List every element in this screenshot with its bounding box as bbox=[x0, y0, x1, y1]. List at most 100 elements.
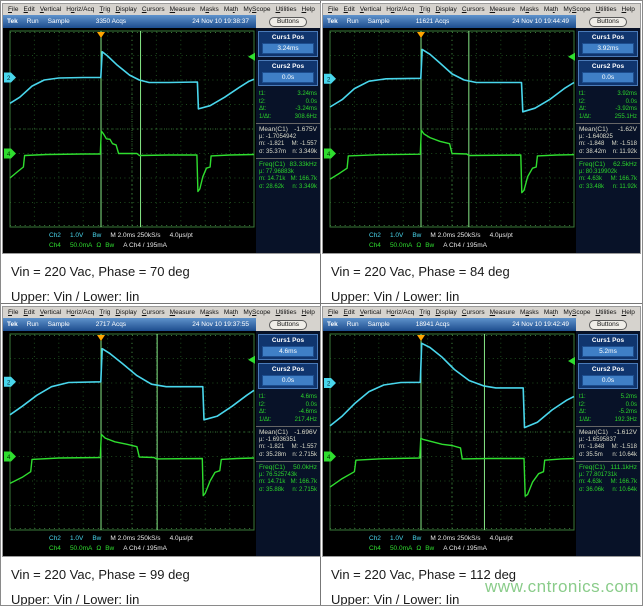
menu-item-cursors[interactable]: Cursors bbox=[462, 6, 485, 13]
menu-item-vertical[interactable]: Vertical bbox=[360, 6, 381, 13]
menu-item-edit[interactable]: Edit bbox=[344, 309, 355, 316]
scope-status-bar: Tek Run Sample 18941 Acqs 24 Nov 10 19:4… bbox=[323, 318, 576, 331]
menu-item-vertical[interactable]: Vertical bbox=[40, 6, 61, 13]
menu-item-vertical[interactable]: Vertical bbox=[360, 309, 381, 316]
ch2-bandwidth: Bw bbox=[412, 534, 421, 544]
freq-min: m: 14.71k bbox=[259, 479, 285, 487]
menu-item-help[interactable]: Help bbox=[622, 6, 635, 13]
menu-item-cursors[interactable]: Cursors bbox=[462, 309, 485, 316]
readout-row-1: Ch2 1.0V Bw M 2.0ms 250kS/s 4.0µs/pt bbox=[323, 534, 576, 544]
menu-item-edit[interactable]: Edit bbox=[344, 6, 355, 13]
menu-item-file[interactable]: File bbox=[8, 6, 19, 13]
menu-item-masks[interactable]: Masks bbox=[200, 6, 219, 13]
menu-item-math[interactable]: Math bbox=[224, 309, 238, 316]
t1-label: t1: bbox=[579, 91, 586, 99]
menu-item-horizacq[interactable]: Horiz/Acq bbox=[66, 309, 94, 316]
menu-item-math[interactable]: Math bbox=[224, 6, 238, 13]
menu-item-measure[interactable]: Measure bbox=[490, 6, 515, 13]
mean-min: m: -1.848 bbox=[579, 444, 604, 452]
cursor1-position-value[interactable]: 4.6ms bbox=[262, 346, 314, 357]
freq-measurement-block: Freq(C1)62.5kHz µ: 80.319902k m: 4.63kM:… bbox=[576, 158, 640, 193]
menu-item-horizacq[interactable]: Horiz/Acq bbox=[386, 309, 414, 316]
mean-measurement-block: Mean(C1)-1.696V µ: -1.6936351 m: -1.821M… bbox=[256, 426, 320, 461]
scope-menu-bar: File Edit Vertical Horiz/Acq Trig Display Curs… bbox=[323, 4, 640, 15]
menu-item-help[interactable]: Help bbox=[622, 309, 635, 316]
cursor1-position-value[interactable]: 5.2ms bbox=[582, 346, 634, 357]
menu-item-measure[interactable]: Measure bbox=[490, 309, 515, 316]
menu-item-myscope[interactable]: MyScope bbox=[563, 6, 590, 13]
menu-item-display[interactable]: Display bbox=[435, 6, 456, 13]
menu-item-file[interactable]: File bbox=[8, 309, 19, 316]
ch4-label: Ch4 bbox=[49, 544, 61, 554]
menu-item-trig[interactable]: Trig bbox=[99, 6, 110, 13]
menu-item-masks[interactable]: Masks bbox=[200, 309, 219, 316]
ch4-coupling: Ω bbox=[416, 544, 421, 554]
menu-item-edit[interactable]: Edit bbox=[24, 6, 35, 13]
cursor2-position-value[interactable]: 0.0s bbox=[582, 375, 634, 386]
run-status: Run bbox=[347, 321, 359, 328]
cursor2-position-value[interactable]: 0.0s bbox=[582, 72, 634, 83]
buttons-button[interactable]: Buttons bbox=[269, 320, 307, 330]
t2-value: 0.0s bbox=[306, 402, 317, 410]
menu-item-horizacq[interactable]: Horiz/Acq bbox=[66, 6, 94, 13]
menu-item-horizacq[interactable]: Horiz/Acq bbox=[386, 6, 414, 13]
cursor1-position-value[interactable]: 3.92ms bbox=[582, 43, 634, 54]
mean-label: Mean(C1) bbox=[259, 429, 288, 437]
menu-item-utilities[interactable]: Utilities bbox=[276, 6, 297, 13]
scope-status-bar: Tek Run Sample 3350 Acqs 24 Nov 10 19:38… bbox=[3, 15, 256, 28]
menu-item-trig[interactable]: Trig bbox=[419, 309, 430, 316]
freq-min: m: 4.63k bbox=[579, 479, 602, 487]
ch2-label: Ch2 bbox=[369, 534, 381, 544]
cursor2-position-value[interactable]: 0.0s bbox=[262, 72, 314, 83]
run-status: Run bbox=[27, 18, 39, 25]
menu-item-measure[interactable]: Measure bbox=[170, 6, 195, 13]
sample-resolution: 4.0µs/pt bbox=[170, 231, 193, 241]
menu-item-file[interactable]: File bbox=[328, 309, 339, 316]
buttons-button[interactable]: Buttons bbox=[269, 17, 307, 27]
menu-item-edit[interactable]: Edit bbox=[24, 309, 35, 316]
menu-item-math[interactable]: Math bbox=[544, 309, 558, 316]
menu-item-display[interactable]: Display bbox=[435, 309, 456, 316]
menu-item-utilities[interactable]: Utilities bbox=[276, 309, 297, 316]
sample-mode: Sample bbox=[368, 18, 390, 25]
menu-item-trig[interactable]: Trig bbox=[419, 6, 430, 13]
menu-item-vertical[interactable]: Vertical bbox=[40, 309, 61, 316]
mean-min: m: -1.848 bbox=[579, 141, 604, 149]
menu-item-help[interactable]: Help bbox=[302, 6, 315, 13]
menu-item-display[interactable]: Display bbox=[115, 6, 136, 13]
waveform-display: 24 bbox=[323, 28, 576, 231]
caption-3: Vin = 220 Vac, Phase = 99 deg Upper: Vin… bbox=[1, 557, 320, 606]
buttons-button[interactable]: Buttons bbox=[589, 320, 627, 330]
scope-menu-bar: File Edit Vertical Horiz/Acq Trig Display Curs… bbox=[323, 307, 640, 318]
menu-item-trig[interactable]: Trig bbox=[99, 309, 110, 316]
menu-item-display[interactable]: Display bbox=[115, 309, 136, 316]
delta-t-value: -4.6ms bbox=[299, 409, 317, 417]
menu-item-file[interactable]: File bbox=[328, 6, 339, 13]
menu-item-myscope[interactable]: MyScope bbox=[243, 6, 270, 13]
cursor1-position-value[interactable]: 3.24ms bbox=[262, 43, 314, 54]
run-status: Run bbox=[27, 321, 39, 328]
menu-item-help[interactable]: Help bbox=[302, 309, 315, 316]
menu-item-utilities[interactable]: Utilities bbox=[596, 309, 617, 316]
menu-item-utilities[interactable]: Utilities bbox=[596, 6, 617, 13]
cursor1-position-widget: Curs1 Pos 4.6ms bbox=[258, 334, 318, 360]
cursor-readout-block: t1:3.24ms t2:0.0s Δt:-3.24ms 1/Δt:308.6H… bbox=[256, 89, 320, 123]
menu-item-measure[interactable]: Measure bbox=[170, 309, 195, 316]
sample-mode: Sample bbox=[48, 18, 70, 25]
cursor2-position-value[interactable]: 0.0s bbox=[262, 375, 314, 386]
cursor1-position-label: Curs1 Pos bbox=[580, 336, 636, 346]
freq-max: M: 166.7k bbox=[291, 479, 317, 487]
scope-body: 24 Ch2 1.0V Bw M 2.0ms 250kS/s 4.0µs/pt … bbox=[323, 331, 640, 556]
menu-item-myscope[interactable]: MyScope bbox=[563, 309, 590, 316]
menu-item-masks[interactable]: Masks bbox=[520, 6, 539, 13]
cursor2-position-label: Curs2 Pos bbox=[260, 365, 316, 375]
menu-item-masks[interactable]: Masks bbox=[520, 309, 539, 316]
menu-item-math[interactable]: Math bbox=[544, 6, 558, 13]
trigger-readout: A Ch4 / 195mA bbox=[123, 544, 167, 554]
buttons-button[interactable]: Buttons bbox=[589, 17, 627, 27]
inverse-delta-t-label: 1/Δt: bbox=[259, 417, 271, 425]
oscilloscope-window: File Edit Vertical Horiz/Acq Trig Display Curs… bbox=[322, 306, 641, 557]
menu-item-myscope[interactable]: MyScope bbox=[243, 309, 270, 316]
menu-item-cursors[interactable]: Cursors bbox=[142, 6, 165, 13]
menu-item-cursors[interactable]: Cursors bbox=[142, 309, 165, 316]
